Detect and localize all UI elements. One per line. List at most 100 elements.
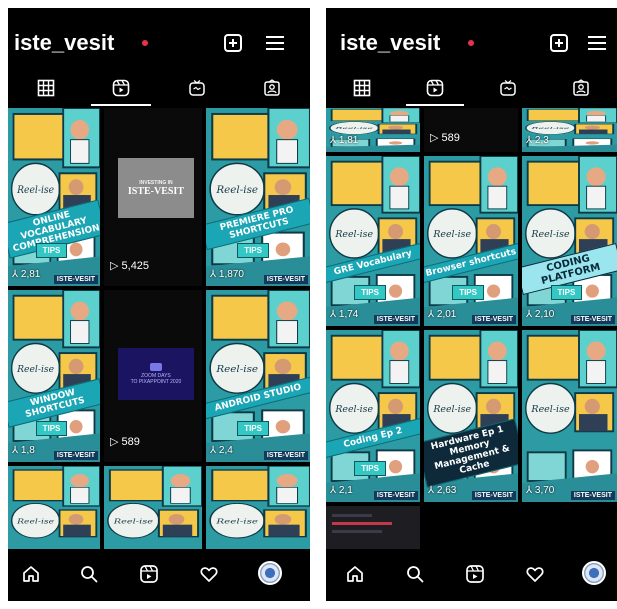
plus-square-icon[interactable] — [224, 34, 242, 52]
screenshot-line — [332, 530, 382, 533]
tab-grid[interactable] — [8, 70, 84, 106]
avatar[interactable] — [258, 561, 282, 585]
reels-icon — [140, 565, 158, 583]
tab-tagged[interactable] — [235, 70, 311, 106]
reel-tile[interactable]: CODING PLATFORM TIPS ISTE-VESIT ⅄ 2,10 — [522, 156, 617, 326]
tips-badge: TIPS — [354, 285, 386, 301]
reel-tile[interactable] — [8, 466, 100, 549]
reel-thumbnail — [326, 156, 420, 326]
right-phone-screen: iste_vesit ⅄ 1,81 ▷ 589 ⅄ 2,3 GRE Vocabu… — [326, 8, 617, 601]
reel-thumbnail — [104, 466, 202, 549]
notification-dot — [468, 40, 474, 46]
reel-thumbnail — [522, 156, 617, 326]
reel-thumbnail — [206, 290, 310, 462]
nav-home[interactable] — [344, 563, 366, 585]
watermark: ISTE-VESIT — [570, 491, 615, 500]
watermark: ISTE-VESIT — [53, 275, 98, 284]
tab-tagged[interactable] — [544, 70, 617, 106]
tagged-icon — [264, 79, 280, 96]
tab-igtv[interactable] — [159, 70, 235, 106]
reel-thumbnail — [206, 108, 310, 286]
plus-square-icon[interactable] — [550, 34, 568, 52]
reel-tile[interactable] — [206, 466, 310, 549]
profile-tabs — [326, 70, 617, 106]
zoom-logo-icon — [149, 363, 162, 372]
avatar[interactable] — [582, 561, 606, 585]
nav-reels[interactable] — [138, 563, 160, 585]
thumbnail-title: ISTE-VESIT — [127, 185, 184, 197]
notification-dot — [142, 40, 148, 46]
tab-reels[interactable] — [84, 70, 160, 106]
view-count: ⅄ 1,74 — [330, 309, 359, 320]
igtv-icon — [500, 80, 516, 96]
reel-thumbnail — [8, 108, 100, 286]
reel-tile[interactable]: ⅄ 2,3 — [522, 108, 617, 152]
thumbnail-subtitle: TO PIXAPPOINT 2020 — [130, 379, 182, 386]
watermark: ISTE-VESIT — [471, 491, 516, 500]
watermark: ISTE-VESIT — [53, 451, 98, 460]
reel-thumbnail — [326, 330, 420, 502]
nav-activity[interactable] — [198, 563, 220, 585]
reel-tile[interactable]: Browser shortcuts TIPS ISTE-VESIT ⅄ 2,01 — [424, 156, 518, 326]
left-phone-screen: iste_vesit ONLINE VOCABULARY COMPREHENSI… — [8, 8, 310, 601]
reel-tile[interactable]: WINDOW SHORTCUTS TIPS ISTE-VESIT ⅄ 1,8 — [8, 290, 100, 462]
profile-header: iste_vesit — [8, 8, 310, 70]
reel-tile[interactable]: ▷ 589 — [424, 108, 518, 152]
bottom-nav — [8, 549, 310, 601]
watermark: ISTE-VESIT — [471, 315, 516, 324]
watermark: ISTE-VESIT — [373, 491, 418, 500]
reel-thumbnail — [8, 290, 100, 462]
reel-tile[interactable]: ⅄ 1,81 — [326, 108, 420, 152]
reels-icon — [112, 79, 130, 97]
reel-tile[interactable]: INVESTING IN ISTE-VESIT ▷ 5,425 — [104, 108, 202, 286]
nav-search[interactable] — [78, 563, 100, 585]
tips-badge: TIPS — [354, 460, 386, 476]
reel-thumbnail — [522, 330, 617, 502]
hamburger-menu-icon[interactable] — [588, 35, 606, 51]
watermark: ISTE-VESIT — [570, 315, 615, 324]
view-count: ⅄ 2,3 — [526, 135, 549, 146]
tab-igtv[interactable] — [472, 70, 545, 106]
home-icon — [23, 566, 39, 582]
reel-tile[interactable]: ANDROID STUDIO TIPS ISTE-VESIT ⅄ 2,4 — [206, 290, 310, 462]
screenshot-line — [332, 514, 372, 517]
view-count: ⅄ 2,81 — [12, 269, 41, 280]
profile-header: iste_vesit — [326, 8, 617, 70]
view-count: ⅄ 2,1 — [330, 485, 353, 496]
reel-tile[interactable]: PREMIERE PRO SHORTCUTS TIPS ISTE-VESIT ⅄… — [206, 108, 310, 286]
reel-tile[interactable]: Hardware Ep 1 Memory Management & Cache … — [424, 330, 518, 502]
reel-tile[interactable]: Coding Ep 2 TIPS ISTE-VESIT ⅄ 2,1 — [326, 330, 420, 502]
reel-tile[interactable]: ZOOM DAYS TO PIXAPPOINT 2020 ▷ 589 — [104, 290, 202, 462]
watermark: ISTE-VESIT — [373, 315, 418, 324]
bottom-nav — [326, 549, 617, 601]
reel-tile[interactable] — [104, 466, 202, 549]
reel-thumbnail — [206, 466, 310, 549]
profile-username[interactable]: iste_vesit — [340, 30, 440, 56]
grid-icon — [37, 79, 55, 97]
reel-tile[interactable] — [326, 506, 420, 549]
profile-tabs — [8, 70, 310, 106]
reel-tile[interactable]: ISTE-VESIT ⅄ 3,70 — [522, 330, 617, 502]
reels-icon — [466, 565, 484, 583]
reels-grid: ONLINE VOCABULARY COMPREHENSION TIPS IST… — [8, 108, 310, 549]
nav-search[interactable] — [404, 563, 426, 585]
tips-badge: TIPS — [237, 243, 269, 259]
tab-reels[interactable] — [399, 70, 472, 106]
nav-reels[interactable] — [464, 563, 486, 585]
reel-tile[interactable]: GRE Vocabulary TIPS ISTE-VESIT ⅄ 1,74 — [326, 156, 420, 326]
hamburger-menu-icon[interactable] — [266, 35, 284, 51]
watermark: ISTE-VESIT — [263, 451, 308, 460]
tab-grid[interactable] — [326, 70, 399, 106]
view-count: ⅄ 1,870 — [210, 269, 244, 280]
home-icon — [347, 566, 363, 582]
view-count: ⅄ 2,10 — [526, 309, 555, 320]
view-count: ⅄ 1,81 — [330, 135, 359, 146]
profile-username[interactable]: iste_vesit — [14, 30, 114, 56]
search-icon — [407, 566, 424, 583]
nav-home[interactable] — [20, 563, 42, 585]
reel-tile[interactable]: ONLINE VOCABULARY COMPREHENSION TIPS IST… — [8, 108, 100, 286]
nav-activity[interactable] — [524, 563, 546, 585]
view-count: ⅄ 3,70 — [526, 485, 555, 496]
igtv-icon — [189, 80, 205, 96]
tips-badge: TIPS — [35, 420, 68, 436]
